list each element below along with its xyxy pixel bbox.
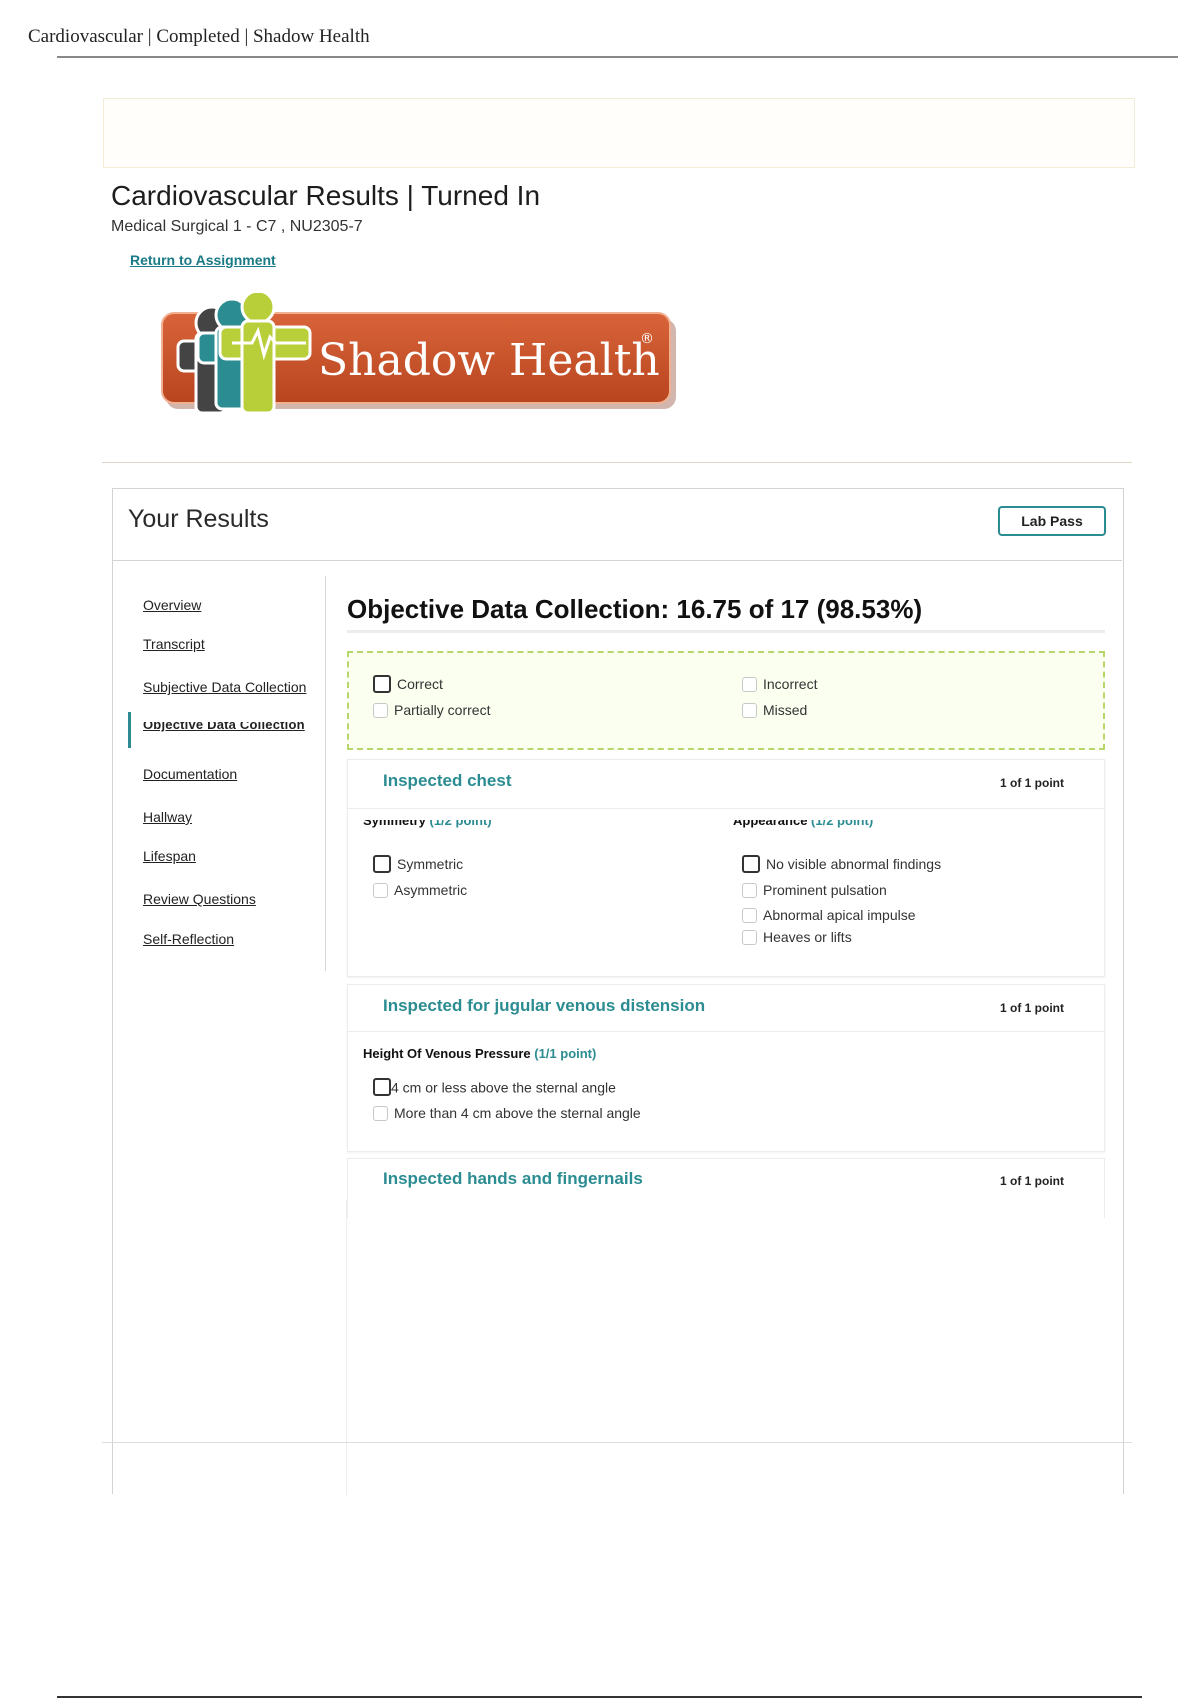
print-footer-rule [57,1696,1142,1698]
section-rule [347,630,1105,633]
nav-item-transcript[interactable]: Transcript [143,636,205,652]
return-to-assignment-link[interactable]: Return to Assignment [130,252,276,268]
option-more-than-4cm: More than 4 cm above the sternal angle [373,1104,641,1121]
shadow-health-logo: Shadow Health ® [161,293,676,415]
lab-pass-button[interactable]: Lab Pass [998,506,1106,536]
checkbox-icon [742,855,760,874]
nav-item-lifespan[interactable]: Lifespan [143,848,196,864]
checkbox-icon [742,929,757,945]
divider [102,462,1132,463]
nav-item-hallway[interactable]: Hallway [143,809,192,825]
nav-item-overview[interactable]: Overview [143,597,201,613]
finding-points: 1 of 1 point [1000,1174,1064,1188]
option-symmetric: Symmetric [373,855,463,874]
checkbox-icon [742,882,757,898]
group-label-appearance: Appearance (1/2 point) [733,820,874,828]
nav-item-self-reflection[interactable]: Self-Reflection [143,931,234,947]
nav-item-documentation[interactable]: Documentation [143,766,237,782]
banner-area [103,98,1135,168]
finding-points: 1 of 1 point [1000,776,1064,790]
option-no-visible-abnormal-findings: No visible abnormal findings [742,855,941,874]
checkbox-icon [742,907,757,923]
finding-title: Inspected for jugular venous distension [383,996,706,1015]
finding-title: Inspected hands and fingernails [383,1169,643,1188]
logo-registered-mark: ® [640,331,654,347]
page-title: Cardiovascular Results | Turned In [111,180,541,211]
nav-item-review-questions[interactable]: Review Questions [143,891,256,907]
legend-partially-correct: Partially correct [373,701,490,718]
logo-text: Shadow Health [318,335,660,386]
print-header: Cardiovascular | Completed | Shadow Heal… [28,26,370,47]
nav-item-objective-data-collection[interactable]: Objective Data Collection [143,722,305,732]
group-label-symmetry: Symmetry (1/2 point) [363,820,492,828]
legend-missed: Missed [742,701,807,718]
option-heaves-or-lifts: Heaves or lifts [742,928,852,945]
nav-item-subjective-data-collection[interactable]: Subjective Data Collection [143,679,306,695]
checkbox-icon [373,855,391,874]
nav-item-objective-wrapper: Objective Data Collection [143,722,321,734]
group-label-wrapper: Appearance (1/2 point) [733,820,1033,835]
checkbox-icon [373,702,388,718]
option-abnormal-apical-impulse: Abnormal apical impulse [742,906,916,923]
checkbox-icon [373,882,388,898]
results-title: Your Results [128,505,269,533]
option-asymmetric: Asymmetric [373,881,467,898]
course-subtitle: Medical Surgical 1 - C7 , NU2305-7 [111,218,363,235]
checkbox-icon [742,702,757,718]
divider [102,1442,1132,1443]
card-divider [347,808,1105,809]
card-divider [347,1031,1105,1032]
finding-title: Inspected chest [383,771,512,790]
checkbox-icon [373,1105,388,1121]
option-4cm-or-less: 4 cm or less above the sternal angle [373,1078,616,1097]
nav-active-indicator [128,712,131,748]
checkbox-icon [373,675,391,694]
legend-incorrect: Incorrect [742,675,817,692]
finding-points: 1 of 1 point [1000,1001,1064,1015]
checkbox-icon [373,1078,391,1097]
sidebar-divider [325,576,326,971]
section-title: Objective Data Collection: 16.75 of 17 (… [347,594,923,624]
print-header-rule [57,56,1178,58]
column-divider [346,1200,347,1495]
legend-correct: Correct [373,675,443,694]
checkbox-icon [742,676,757,692]
group-label-venous-pressure: Height Of Venous Pressure (1/1 point) [363,1046,597,1061]
option-prominent-pulsation: Prominent pulsation [742,881,887,898]
group-label-wrapper: Symmetry (1/2 point) [363,820,663,835]
